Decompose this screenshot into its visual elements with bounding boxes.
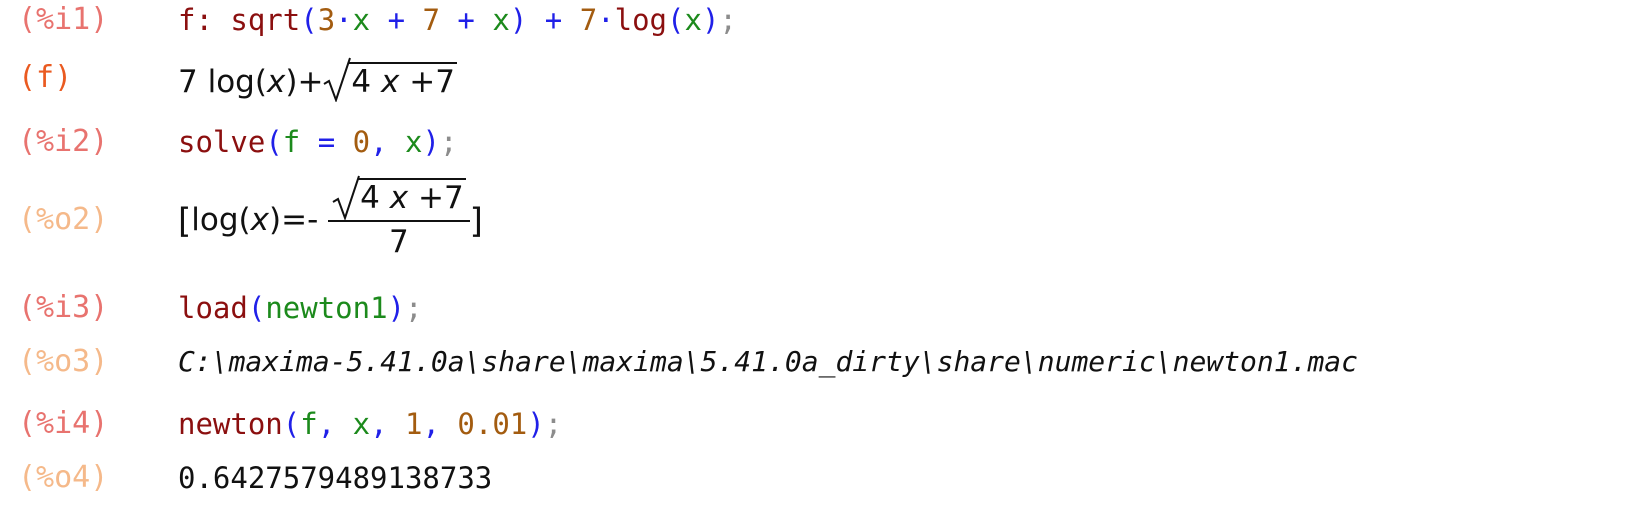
code-token: newton	[178, 407, 283, 441]
code-token: (	[282, 407, 301, 441]
code-token: newton1	[265, 291, 388, 325]
input-cell-i2[interactable]: (%i2) solve(f = 0, x);	[0, 120, 1648, 164]
code-token: (	[265, 125, 283, 159]
math-coefficient: 7	[178, 64, 198, 100]
math-bracket: [	[178, 201, 192, 242]
cell-label: (%o2)	[18, 202, 109, 237]
code-token: 7	[579, 3, 598, 37]
math-paren: (	[254, 64, 267, 100]
cell-label: (%o3)	[18, 344, 109, 379]
code-token: +	[370, 3, 423, 37]
output-cell-o2: (%o2) [log(x)=- 4 x +7 7]	[0, 172, 1648, 268]
code-token: (	[247, 291, 266, 325]
code-token: +	[527, 3, 580, 37]
math-number: 4	[360, 179, 380, 216]
square-root: 4 x +7	[323, 57, 457, 104]
math-operator: -	[307, 202, 319, 238]
math-operator: +	[409, 64, 436, 100]
code-token: f	[300, 407, 318, 441]
math-operator: +	[297, 64, 324, 100]
input-cell-i1[interactable]: (%i1) f: sqrt(3·x + 7 + x) + 7·log(x);	[0, 0, 1648, 42]
cell-label: (%i4)	[18, 406, 109, 441]
code-token: 0	[352, 125, 371, 159]
radical-icon	[323, 57, 352, 102]
code-token: ·	[335, 3, 353, 37]
code-token: )	[701, 3, 720, 37]
cell-label: (%i3)	[18, 290, 109, 325]
math-paren: (	[238, 202, 251, 238]
code-token: ;	[719, 3, 737, 37]
code-token: (	[300, 3, 318, 37]
code-token: 0.01	[457, 407, 528, 441]
math-number: 4	[351, 64, 372, 100]
numeric-result: 0.6427579489138733	[178, 461, 493, 495]
output-cell-o3: (%o3) C:\maxima-5.41.0a\share\maxima\5.4…	[0, 340, 1648, 384]
cell-label: (%i2)	[18, 124, 109, 159]
math-variable: x	[266, 64, 286, 100]
math-function: log	[191, 202, 239, 238]
code-token: ·	[597, 3, 615, 37]
math-number: 7	[443, 179, 464, 216]
math-variable: x	[381, 64, 400, 100]
code-token: )	[509, 3, 528, 37]
code-token: (	[667, 3, 685, 37]
code-token: ,	[422, 407, 458, 441]
code-token: )	[422, 125, 440, 159]
square-root: 4 x +7	[332, 175, 466, 220]
math-operator: +	[417, 179, 444, 216]
math-paren: )	[285, 64, 298, 100]
input-code[interactable]: f: sqrt(3·x + 7 + x) + 7·log(x);	[178, 0, 737, 42]
math-variable: x	[389, 179, 409, 216]
code-token: ,	[317, 407, 353, 441]
code-token: ;	[544, 407, 563, 441]
code-token: x	[352, 3, 371, 37]
code-token: x	[684, 3, 702, 37]
math-variable: x	[250, 202, 269, 238]
code-token: sqrt	[230, 3, 301, 37]
input-cell-i3[interactable]: (%i3) load(newton1);	[0, 286, 1648, 330]
file-path-output: C:\maxima-5.41.0a\share\maxima\5.41.0a_d…	[178, 345, 1359, 378]
cell-label: (%o4)	[18, 460, 109, 495]
code-token: solve	[178, 125, 266, 159]
code-token: )	[527, 407, 545, 441]
math-output: [log(x)=- 4 x +7 7]	[178, 172, 483, 270]
code-token: )	[387, 291, 405, 325]
input-code[interactable]: load(newton1);	[178, 286, 422, 330]
code-token: x	[352, 407, 371, 441]
cell-label: (f)	[18, 60, 73, 95]
math-bracket: ]	[469, 201, 483, 242]
code-token: load	[178, 291, 248, 325]
code-token: ;	[439, 125, 458, 159]
output-cell-o4: (%o4) 0.6427579489138733	[0, 456, 1648, 500]
math-number: 7	[435, 64, 455, 100]
math-paren: )	[269, 202, 282, 238]
code-token: =	[300, 125, 353, 159]
math-output: 7 log(x)+ 4 x +7	[178, 57, 457, 104]
code-token: ,	[370, 407, 406, 441]
code-token: log	[614, 3, 668, 37]
math-function: log	[207, 64, 255, 100]
code-token: ,	[370, 125, 406, 159]
code-token: 7	[422, 3, 440, 37]
output-cell-f: (f) 7 log(x)+ 4 x +7	[0, 54, 1648, 108]
input-code[interactable]: solve(f = 0, x);	[178, 120, 457, 164]
math-fraction: 4 x +7 7	[328, 175, 470, 262]
input-cell-i4[interactable]: (%i4) newton(f, x, 1, 0.01);	[0, 402, 1648, 446]
input-code[interactable]: newton(f, x, 1, 0.01);	[178, 402, 562, 446]
code-token: x	[405, 125, 423, 159]
radical-icon	[332, 175, 361, 220]
code-token: x	[492, 3, 510, 37]
code-token: ;	[405, 291, 423, 325]
code-token: f	[282, 125, 301, 159]
code-token: 1	[405, 407, 423, 441]
code-token: f:	[178, 3, 231, 37]
cell-label: (%i1)	[18, 2, 109, 37]
code-token: +	[439, 3, 493, 37]
code-token: 3	[317, 3, 336, 37]
math-operator: =	[281, 202, 308, 238]
math-denominator: 7	[389, 223, 409, 260]
maxima-worksheet: (%i1) f: sqrt(3·x + 7 + x) + 7·log(x); (…	[0, 0, 1648, 522]
